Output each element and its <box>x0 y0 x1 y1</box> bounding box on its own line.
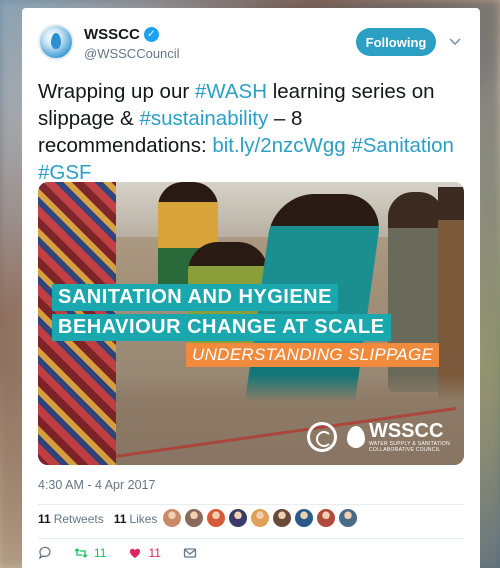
water-drop-icon <box>346 426 365 448</box>
liker-avatar[interactable] <box>316 508 336 528</box>
logo-sub-2: COLLABORATIVE COUNCIL <box>368 447 441 453</box>
tweet-text: Wrapping up our #WASH learning series on… <box>38 78 468 186</box>
media-logos: WSSCC WATER SUPPLY & SANITATION COLLABOR… <box>306 420 450 453</box>
divider <box>38 504 464 505</box>
liker-avatar[interactable] <box>294 508 314 528</box>
likes-label: Likes <box>129 512 158 526</box>
like-button[interactable]: 11 <box>128 546 161 560</box>
hashtag-link[interactable]: #Sanitation <box>351 134 454 157</box>
avatar[interactable] <box>38 24 74 60</box>
tweet-media-image[interactable]: SANITATION AND HYGIENE BEHAVIOUR CHANGE … <box>38 182 464 465</box>
envelope-icon <box>183 548 197 558</box>
reply-button[interactable] <box>38 546 52 560</box>
logo-text: WSSCC <box>368 420 444 442</box>
author-name-row: WSSCC ✓ <box>84 26 159 43</box>
message-button[interactable] <box>183 546 197 560</box>
retweet-action-count: 11 <box>94 546 107 560</box>
retweets-stat[interactable]: 11 Retweets <box>38 512 104 526</box>
tweet-header: WSSCC ✓ @WSSCCouncil Following <box>38 24 464 80</box>
reply-icon <box>38 546 51 560</box>
liker-avatar[interactable] <box>184 508 204 528</box>
heart-icon <box>130 548 141 558</box>
media-title-line1: SANITATION AND HYGIENE <box>52 284 338 311</box>
tweet-text-segment: Wrapping up our <box>38 80 195 103</box>
retweet-button[interactable]: 11 <box>74 546 106 560</box>
following-button[interactable]: Following <box>356 28 436 56</box>
wsscc-logo: WSSCC WATER SUPPLY & SANITATION COLLABOR… <box>346 420 450 453</box>
tweet-actions: 11 11 <box>38 546 219 560</box>
gsf-logo-icon <box>306 422 337 452</box>
hashtag-link[interactable]: #WASH <box>195 80 267 103</box>
photo-person <box>438 187 464 407</box>
media-title-line2: BEHAVIOUR CHANGE AT SCALE <box>52 314 391 341</box>
divider <box>38 538 464 539</box>
tweet-stats: 11 Retweets 11 Likes <box>38 512 167 526</box>
verified-icon: ✓ <box>143 27 159 42</box>
hashtag-link[interactable]: bit.ly/2nzcWgg <box>212 134 345 157</box>
liker-avatar[interactable] <box>250 508 270 528</box>
tweet-card: WSSCC ✓ @WSSCCouncil Following Wrapping … <box>22 8 480 568</box>
liker-avatar[interactable] <box>228 508 248 528</box>
author-name[interactable]: WSSCC <box>84 26 140 43</box>
liker-avatar[interactable] <box>338 508 358 528</box>
retweet-icon <box>74 548 88 558</box>
liker-avatar[interactable] <box>162 508 182 528</box>
retweets-label: Retweets <box>53 512 104 526</box>
likes-stat[interactable]: 11 Likes <box>114 512 158 526</box>
media-subtitle: UNDERSTANDING SLIPPAGE <box>186 343 440 367</box>
hashtag-link[interactable]: #GSF <box>38 161 92 184</box>
likes-count: 11 <box>113 512 127 526</box>
chevron-down-icon[interactable] <box>446 33 464 51</box>
liker-avatars <box>162 508 358 528</box>
like-action-count: 11 <box>148 546 161 560</box>
liker-avatar[interactable] <box>206 508 226 528</box>
tweet-timestamp[interactable]: 4:30 AM - 4 Apr 2017 <box>38 478 155 492</box>
author-handle[interactable]: @WSSCCouncil <box>84 46 180 61</box>
hashtag-link[interactable]: #sustainability <box>139 107 268 130</box>
retweets-count: 11 <box>38 512 51 526</box>
liker-avatar[interactable] <box>272 508 292 528</box>
